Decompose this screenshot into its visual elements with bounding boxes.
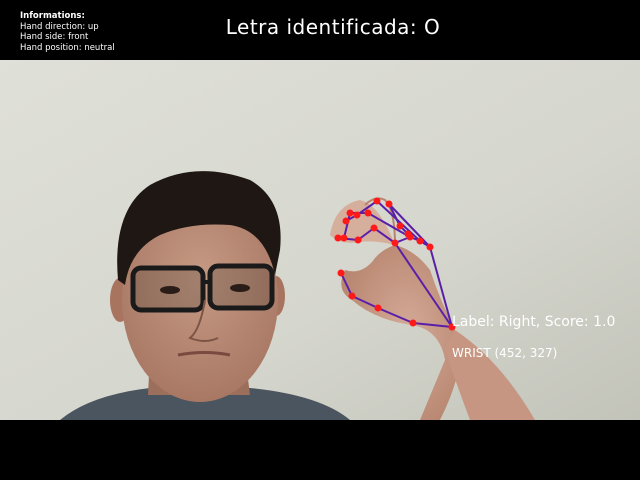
- landmark-point-ring-mcp: [416, 237, 424, 245]
- camera-feed: Label: Right, Score: 1.0 WRIST (452, 327…: [0, 60, 640, 420]
- landmark-point-index-pip: [370, 224, 378, 232]
- wrist-coordinates: WRIST (452, 327): [452, 346, 558, 360]
- identified-letter-title: Letra identificada: O: [225, 15, 441, 39]
- landmark-point-pinky-pip: [385, 200, 393, 208]
- landmark-point-index-tip: [334, 234, 342, 242]
- landmark-point-pinky-tip: [404, 230, 412, 238]
- landmark-point-thumb-ip: [348, 292, 356, 300]
- person-eye-right: [230, 284, 250, 292]
- landmark-point-ring-dip: [353, 211, 361, 219]
- landmark-point-thumb-mcp: [374, 304, 382, 312]
- landmark-point-index-dip: [354, 236, 362, 244]
- landmark-point-pinky-dip: [396, 222, 404, 230]
- landmark-point-thumb-tip: [337, 269, 345, 277]
- landmark-point-pinky-mcp: [426, 243, 434, 251]
- landmark-point-middle-pip: [364, 209, 372, 217]
- camera-scene: [0, 60, 640, 420]
- landmark-point-ring-tip: [342, 217, 350, 225]
- landmark-point-middle-dip: [346, 209, 354, 217]
- landmark-point-middle-tip: [340, 234, 348, 242]
- landmark-point-index-mcp: [391, 239, 399, 247]
- person-eye-left: [160, 286, 180, 294]
- hand-position-text: Hand position: neutral: [20, 42, 115, 53]
- bottom-black-bar: [0, 420, 640, 480]
- person-glasses: [130, 263, 275, 313]
- info-header-bar: Informations: Hand direction: up Hand si…: [0, 0, 640, 60]
- hand-label-score: Label: Right, Score: 1.0: [452, 314, 616, 330]
- landmark-point-thumb-cmc: [409, 319, 417, 327]
- background-wall: [0, 60, 640, 420]
- landmark-point-ring-pip: [373, 197, 381, 205]
